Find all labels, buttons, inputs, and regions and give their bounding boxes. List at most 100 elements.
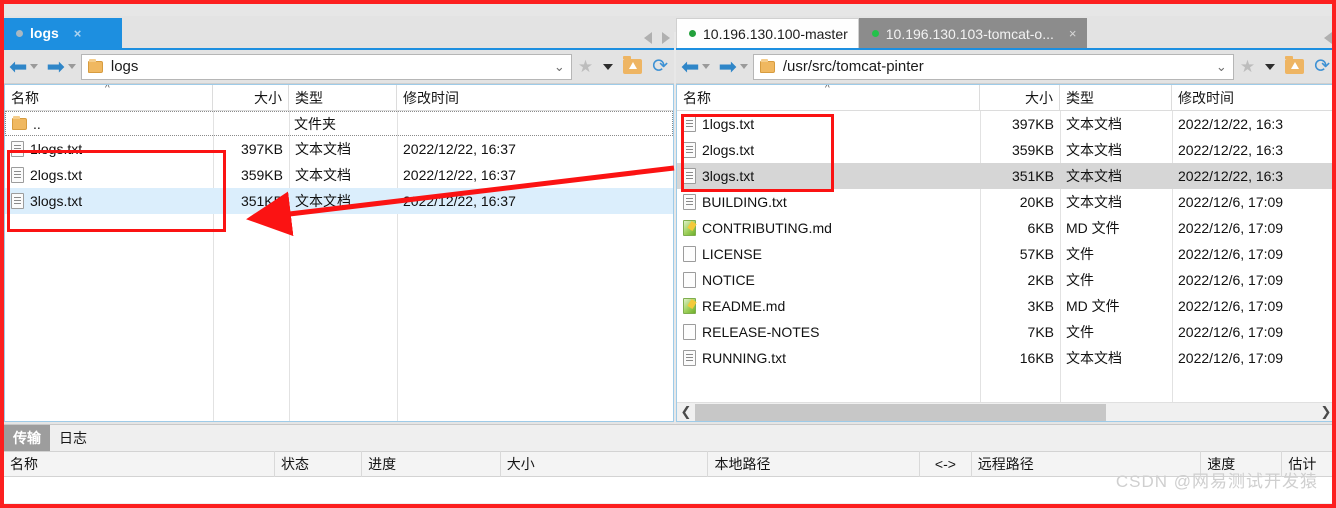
scroll-left-icon[interactable]: ❮ <box>677 403 695 422</box>
table-row[interactable]: CONTRIBUTING.md 6KB MD 文件 2022/12/6, 17:09 <box>677 215 1332 241</box>
text-file-icon <box>11 141 24 157</box>
table-row[interactable]: RUNNING.txt 16KB 文本文档 2022/12/6, 17:09 <box>677 345 1332 371</box>
cell-mtime: 2022/12/22, 16:3 <box>1178 142 1284 158</box>
chevron-down-icon[interactable]: ⌄ <box>554 59 565 75</box>
table-row[interactable]: LICENSE 57KB 文件 2022/12/6, 17:09 <box>677 241 1332 267</box>
tab-10-196-130-100-master[interactable]: 10.196.130.100-master <box>676 18 859 48</box>
remote-addressbar: ⬅ ➡ /usr/src/tomcat-pinter ⌄ ★ ⟳ <box>676 50 1332 84</box>
cell-name: 3logs.txt <box>677 163 980 189</box>
tab-label: 10.196.130.100-master <box>703 25 848 42</box>
forward-caret-icon[interactable] <box>739 64 748 69</box>
remote-hscrollbar[interactable]: ❮ ❯ <box>677 402 1332 422</box>
local-path-combobox[interactable]: logs ⌄ <box>80 53 572 80</box>
local-addressbar: ⬅ ➡ logs ⌄ ★ ⟳ <box>4 50 674 84</box>
cell-size: 351KB <box>240 193 283 209</box>
table-row[interactable]: .. 文件夹 <box>5 111 673 136</box>
cell-size: 2KB <box>1027 272 1054 288</box>
forward-caret-icon[interactable] <box>67 64 76 69</box>
file-name: BUILDING.txt <box>702 194 787 210</box>
file-name: README.md <box>702 298 786 314</box>
refresh-icon: ⟳ <box>1314 56 1330 77</box>
tab-transfers[interactable]: 传输 <box>4 425 50 451</box>
cell-type: 文本文档 <box>1066 194 1122 210</box>
cell-mtime: 2022/12/22, 16:37 <box>403 167 516 183</box>
local-file-list[interactable]: 名称 大小 类型 修改时间 ^ .. 文件夹 1logs.txt 397KB 文… <box>4 84 674 422</box>
column-header-size[interactable]: 大小 <box>980 85 1060 111</box>
scroll-right-icon[interactable]: ❯ <box>1317 403 1332 422</box>
table-row[interactable]: NOTICE 2KB 文件 2022/12/6, 17:09 <box>677 267 1332 293</box>
tab-logs[interactable]: logs × <box>4 18 122 48</box>
table-row[interactable]: 2logs.txt 359KB 文本文档 2022/12/22, 16:37 <box>5 162 673 188</box>
cell-mtime <box>396 111 671 137</box>
text-file-icon <box>683 350 696 366</box>
md-file-icon <box>683 298 696 314</box>
column-header-size[interactable]: 大小 <box>213 85 289 111</box>
back-arrow-icon: ⬅ <box>681 53 700 79</box>
parent-directory-button[interactable] <box>1281 56 1308 74</box>
column-header-size[interactable]: 大小 <box>501 451 709 477</box>
back-button[interactable]: ⬅ <box>6 55 41 78</box>
back-button[interactable]: ⬅ <box>678 53 713 79</box>
table-row[interactable]: BUILDING.txt 20KB 文本文档 2022/12/6, 17:09 <box>677 189 1332 215</box>
sort-ascending-icon: ^ <box>105 84 110 94</box>
star-icon: ★ <box>1239 57 1256 76</box>
table-row[interactable]: README.md 3KB MD 文件 2022/12/6, 17:09 <box>677 293 1332 319</box>
file-name: 2logs.txt <box>30 167 83 183</box>
table-row[interactable]: 1logs.txt 397KB 文本文档 2022/12/22, 16:37 <box>5 136 673 162</box>
table-row[interactable]: 1logs.txt 397KB 文本文档 2022/12/22, 16:3 <box>677 111 1332 137</box>
column-header-mtime[interactable]: 修改时间 <box>397 85 672 111</box>
bookmark-dropdown[interactable] <box>599 63 617 70</box>
forward-button[interactable]: ➡ <box>43 55 78 78</box>
text-file-icon <box>11 193 24 209</box>
local-path-text[interactable]: logs <box>111 58 546 75</box>
scroll-thumb[interactable] <box>695 403 1106 421</box>
cell-name: RUNNING.txt <box>677 345 980 371</box>
column-header-name[interactable]: 名称 <box>4 451 276 477</box>
tab-next-icon[interactable] <box>662 32 670 44</box>
table-row[interactable]: 2logs.txt 359KB 文本文档 2022/12/22, 16:3 <box>677 137 1332 163</box>
file-name: NOTICE <box>702 272 755 288</box>
local-pane: logs × ⬅ ➡ logs ⌄ ★ ⟳ 名称 大小 类型 修改时间 ^ ..… <box>4 18 674 424</box>
bookmark-button[interactable]: ★ <box>1236 58 1259 75</box>
tab-prev-icon[interactable] <box>1324 32 1332 44</box>
back-caret-icon[interactable] <box>30 64 39 69</box>
tab-10-196-130-103-tomcat[interactable]: 10.196.130.103-tomcat-o... × <box>858 18 1088 48</box>
table-row[interactable]: RELEASE-NOTES 7KB 文件 2022/12/6, 17:09 <box>677 319 1332 345</box>
remote-path-combobox[interactable]: /usr/src/tomcat-pinter ⌄ <box>752 53 1234 80</box>
column-header-local-path[interactable]: 本地路径 <box>708 451 921 477</box>
scroll-track[interactable] <box>695 403 1317 422</box>
column-header-mtime[interactable]: 修改时间 <box>1172 85 1332 111</box>
column-header-direction[interactable]: <-> <box>920 451 972 477</box>
table-row[interactable]: 3logs.txt 351KB 文本文档 2022/12/22, 16:3 <box>677 163 1332 189</box>
tab-log[interactable]: 日志 <box>50 425 96 451</box>
bookmark-button[interactable]: ★ <box>574 58 597 75</box>
column-header-type[interactable]: 类型 <box>289 85 397 111</box>
bookmark-dropdown[interactable] <box>1261 63 1279 70</box>
refresh-button[interactable]: ⟳ <box>648 57 672 76</box>
chevron-down-icon[interactable]: ⌄ <box>1216 59 1227 75</box>
close-icon[interactable]: × <box>1069 27 1077 40</box>
tab-prev-icon[interactable] <box>644 32 652 44</box>
file-name: 1logs.txt <box>30 141 83 157</box>
sort-ascending-icon: ^ <box>825 84 830 94</box>
local-tab-nav <box>644 32 670 44</box>
forward-button[interactable]: ➡ <box>715 55 750 78</box>
file-name: 2logs.txt <box>702 142 755 158</box>
back-caret-icon[interactable] <box>702 64 711 69</box>
column-header-type[interactable]: 类型 <box>1060 85 1172 111</box>
remote-path-text[interactable]: /usr/src/tomcat-pinter <box>783 58 1208 75</box>
remote-file-list[interactable]: 名称 大小 类型 修改时间 ^ 1logs.txt 397KB 文本文档 2022/1… <box>676 84 1332 422</box>
table-row[interactable]: 3logs.txt 351KB 文本文档 2022/12/22, 16:37 <box>5 188 673 214</box>
close-icon[interactable]: × <box>74 27 82 40</box>
cell-name: 1logs.txt <box>5 136 213 162</box>
file-name: RUNNING.txt <box>702 350 786 366</box>
column-header-progress[interactable]: 进度 <box>362 451 501 477</box>
cell-type: 文本文档 <box>1066 116 1122 132</box>
cell-name: README.md <box>677 293 980 319</box>
cell-name: 1logs.txt <box>677 111 980 137</box>
local-rows: .. 文件夹 1logs.txt 397KB 文本文档 2022/12/22, … <box>5 111 673 214</box>
refresh-button[interactable]: ⟳ <box>1310 56 1332 77</box>
plain-file-icon <box>683 272 696 288</box>
column-header-state[interactable]: 状态 <box>275 451 363 477</box>
parent-directory-button[interactable] <box>619 56 646 74</box>
